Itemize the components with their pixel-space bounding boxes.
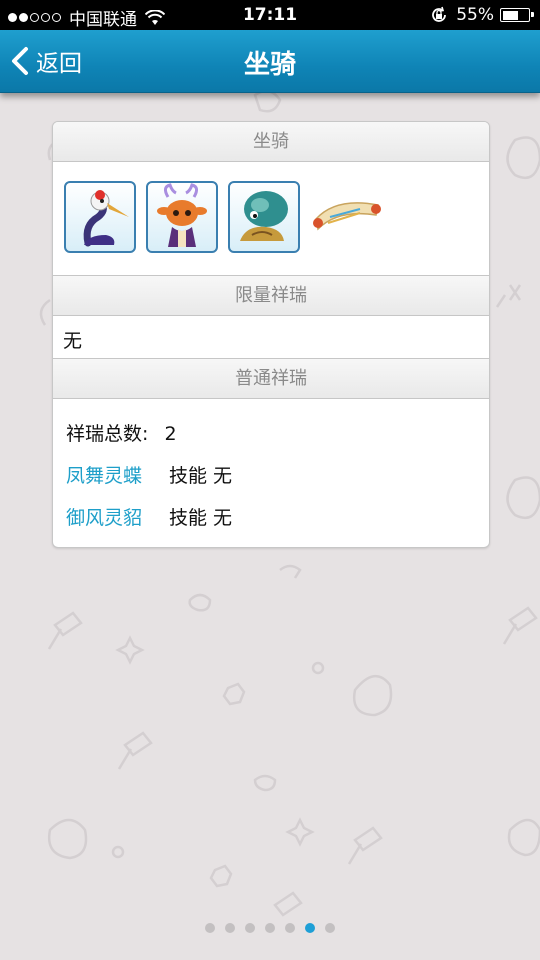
battery-percent: 55% bbox=[456, 5, 494, 25]
normal-total-label: 祥瑞总数: bbox=[66, 423, 149, 445]
page-dot[interactable] bbox=[265, 923, 275, 933]
crane-mount-icon[interactable] bbox=[64, 181, 136, 253]
page-dot[interactable] bbox=[205, 923, 215, 933]
page-dot-active[interactable] bbox=[305, 923, 315, 933]
mount-info-card: 坐骑 限量祥瑞 无 普通祥瑞 祥瑞总数: 2 凤舞灵蝶 技能 无 御风灵貂 技能… bbox=[52, 121, 490, 548]
normal-total-value: 2 bbox=[164, 423, 177, 445]
turtle-mount-icon[interactable] bbox=[228, 181, 300, 253]
normal-section-header: 普通祥瑞 bbox=[53, 358, 489, 399]
scroll-mount-icon[interactable] bbox=[310, 189, 384, 241]
status-right: 55% bbox=[430, 5, 534, 25]
limited-value: 无 bbox=[63, 330, 83, 352]
deer-mount-icon[interactable] bbox=[146, 181, 218, 253]
page-dot[interactable] bbox=[285, 923, 295, 933]
page-dot[interactable] bbox=[225, 923, 235, 933]
limited-section-header: 限量祥瑞 bbox=[53, 275, 489, 316]
normal-item-skill: 技能 无 bbox=[169, 507, 233, 529]
status-bar: 中国联通 17:11 55% bbox=[0, 0, 540, 30]
normal-total-row: 祥瑞总数: 2 bbox=[66, 419, 177, 446]
navigation-bar: 返回 坐骑 bbox=[0, 30, 540, 93]
battery-icon bbox=[500, 8, 534, 22]
normal-item-skill: 技能 无 bbox=[169, 465, 233, 487]
mounts-section-header: 坐骑 bbox=[53, 122, 489, 162]
page-indicator bbox=[0, 923, 540, 933]
page-dot[interactable] bbox=[245, 923, 255, 933]
page-title: 坐骑 bbox=[243, 50, 296, 80]
orientation-lock-icon bbox=[432, 6, 447, 22]
normal-item-name[interactable]: 凤舞灵蝶 bbox=[66, 461, 142, 488]
page-dot[interactable] bbox=[325, 923, 335, 933]
normal-item-name[interactable]: 御风灵貂 bbox=[66, 503, 142, 530]
